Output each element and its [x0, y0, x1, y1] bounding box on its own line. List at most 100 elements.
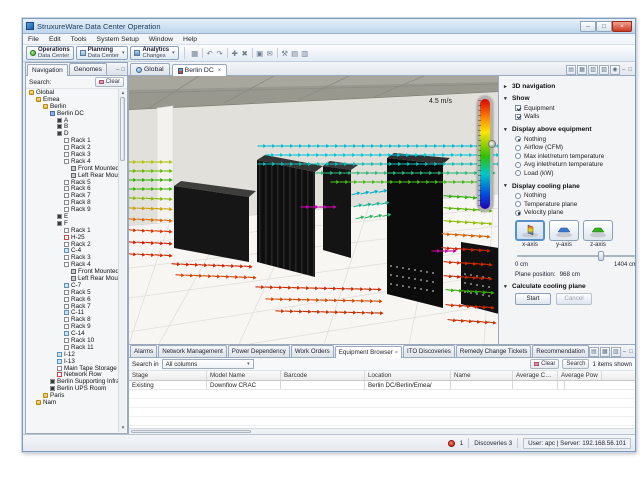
slider-handle[interactable]	[598, 251, 604, 261]
view-toggle-icon[interactable]: ▦	[577, 65, 587, 75]
close-button[interactable]: ×	[612, 21, 632, 32]
tree-item[interactable]: Rack 1	[64, 227, 118, 234]
radio-icon[interactable]	[515, 162, 521, 168]
menu-item[interactable]: File	[23, 34, 44, 44]
title-bar[interactable]: StruxureWare Data Center Operation – □ ×	[23, 19, 635, 34]
radio-icon[interactable]	[515, 136, 521, 142]
scroll-down-icon[interactable]: ▼	[119, 424, 127, 432]
display-above-option[interactable]: Airflow (CFM)	[515, 144, 630, 153]
close-tab-icon[interactable]: ×	[218, 68, 222, 74]
table-settings-icon[interactable]: ▤	[589, 347, 599, 357]
column-header[interactable]: Average CPU Utilization ...	[513, 371, 558, 380]
view-toggle-icon[interactable]: ▧	[599, 65, 609, 75]
operations-perspective-button[interactable]: Operations Data Center	[26, 46, 74, 60]
radio-icon[interactable]	[515, 210, 521, 216]
radio-icon[interactable]	[515, 153, 521, 159]
tree-item[interactable]: I-13	[57, 358, 118, 365]
bottom-tab[interactable]: ITO Discoveries ×	[403, 345, 455, 357]
tab-berlin-dc[interactable]: Berlin DC ×	[172, 64, 228, 76]
display-above-option[interactable]: Avg inlet/return temperature	[515, 161, 630, 170]
section-calculate-cooling-plane[interactable]: ▾ Calculate cooling plane	[504, 283, 630, 290]
tree-item[interactable]: Rack 3	[64, 151, 118, 158]
search-scope-select[interactable]: All columns ▾	[162, 359, 254, 369]
tree-item[interactable]: Global	[29, 89, 118, 96]
menu-item[interactable]: Window	[144, 34, 178, 44]
tree-item[interactable]: Rack 11	[64, 344, 118, 351]
x-axis-button[interactable]	[515, 220, 545, 241]
tree-item[interactable]: B	[57, 123, 118, 130]
column-header[interactable]: Barcode	[281, 371, 365, 380]
column-header[interactable]: Location	[365, 371, 451, 380]
tree-item[interactable]: Left Rear Moun	[71, 172, 118, 179]
tree-item[interactable]: C-4	[64, 247, 118, 254]
tree-item[interactable]: I-12	[57, 351, 118, 358]
bottom-tab[interactable]: Equipment Browser ×	[335, 346, 402, 358]
radio-icon[interactable]	[515, 145, 521, 151]
pane-minimize-icon[interactable]: –	[116, 67, 119, 73]
toolbar-icon[interactable]: ▣	[255, 49, 265, 58]
tree-item[interactable]: Front Mounted	[71, 165, 118, 172]
bottom-tab[interactable]: Work Orders ×	[291, 345, 334, 357]
bottom-tab[interactable]: Remedy Change Tickets ×	[456, 345, 531, 357]
pane-minimize-icon[interactable]: –	[621, 67, 626, 73]
tree-item[interactable]: Rack 9	[64, 206, 118, 213]
display-above-option[interactable]: Max inlet/return temperature	[515, 152, 630, 161]
scale-knob[interactable]	[488, 140, 496, 148]
section-display-cooling-plane[interactable]: ▾ Display cooling plane	[504, 183, 630, 190]
minimize-button[interactable]: –	[580, 21, 596, 32]
menu-item[interactable]: Edit	[44, 34, 66, 44]
pane-maximize-icon[interactable]: □	[628, 349, 634, 355]
tree-item[interactable]: Rack 4	[64, 158, 118, 165]
pane-maximize-icon[interactable]: □	[627, 67, 633, 73]
scroll-up-icon[interactable]: ▲	[119, 89, 127, 97]
tree-item[interactable]: H-25	[64, 234, 118, 241]
toolbar-icon[interactable]: ✉	[265, 49, 275, 58]
tree-item[interactable]: Berlin DC	[50, 110, 118, 117]
bottom-tab[interactable]: Network Management ×	[158, 345, 227, 357]
toolbar-icon[interactable]: ▥	[300, 49, 310, 58]
toolbar-icon[interactable]: ⚒	[280, 49, 290, 58]
scrollbar-thumb[interactable]	[131, 430, 251, 433]
show-option[interactable]: Equipment	[515, 104, 630, 113]
tree-item[interactable]: Rack 10	[64, 337, 118, 344]
toolbar-icon[interactable]: ▤	[290, 49, 300, 58]
tree-item[interactable]: Nam	[36, 399, 118, 406]
analytics-perspective-button[interactable]: Analytics Changes ▾	[130, 46, 178, 60]
tree-item[interactable]: Rack 8	[64, 316, 118, 323]
view-toggle-icon[interactable]: ▤	[566, 65, 576, 75]
checkbox-icon[interactable]	[515, 114, 521, 120]
tree-item[interactable]: Left Rear Moun	[71, 275, 118, 282]
menu-item[interactable]: Tools	[66, 34, 92, 44]
view-toggle-icon[interactable]: ◉	[610, 65, 620, 75]
tree-item[interactable]: Front Mounted	[71, 268, 118, 275]
toolbar-icon[interactable]	[202, 48, 203, 58]
column-header[interactable]: Average Pow	[558, 371, 602, 380]
column-header[interactable]: Stage	[129, 371, 207, 380]
filter-icon[interactable]: ▥	[611, 347, 621, 357]
tree-item[interactable]: Rack 6	[64, 185, 118, 192]
scrollbar-thumb[interactable]	[120, 97, 125, 161]
cooling-plane-option[interactable]: Nothing	[515, 192, 630, 201]
z-axis-button[interactable]	[583, 220, 613, 241]
toolbar-icon[interactable]: ▦	[190, 49, 200, 58]
table-row[interactable]: ExistingDownflow CRACBerlin DC/Berlin/Em…	[129, 381, 635, 390]
tree-item[interactable]: Emea	[36, 96, 118, 103]
close-tab-icon[interactable]: ×	[395, 350, 398, 356]
tree-item[interactable]: Berlin UPS Room	[50, 385, 118, 392]
checkbox-icon[interactable]	[515, 105, 521, 111]
view-toggle-icon[interactable]: ▥	[588, 65, 598, 75]
radio-icon[interactable]	[515, 170, 521, 176]
section-3d-navigation[interactable]: ▸ 3D navigation	[504, 83, 630, 90]
table-clear-button[interactable]: Clear	[530, 359, 559, 369]
tree-item[interactable]: D	[57, 130, 118, 137]
cooling-plane-option[interactable]: Velocity plane	[515, 209, 630, 218]
tree-clear-button[interactable]: Clear	[95, 77, 124, 87]
section-display-above-equipment[interactable]: ▾ Display above equipment	[504, 126, 630, 133]
tree-item[interactable]: Main Tape Storage	[57, 365, 118, 372]
cooling-plane-option[interactable]: Temperature plane	[515, 200, 630, 209]
section-show[interactable]: ▾ Show	[504, 95, 630, 102]
toolbar-icon[interactable]: ✖	[240, 49, 250, 58]
tree-item[interactable]: Rack 7	[64, 192, 118, 199]
tree-item[interactable]: F	[57, 220, 118, 227]
tree-item[interactable]: Rack 7	[64, 303, 118, 310]
